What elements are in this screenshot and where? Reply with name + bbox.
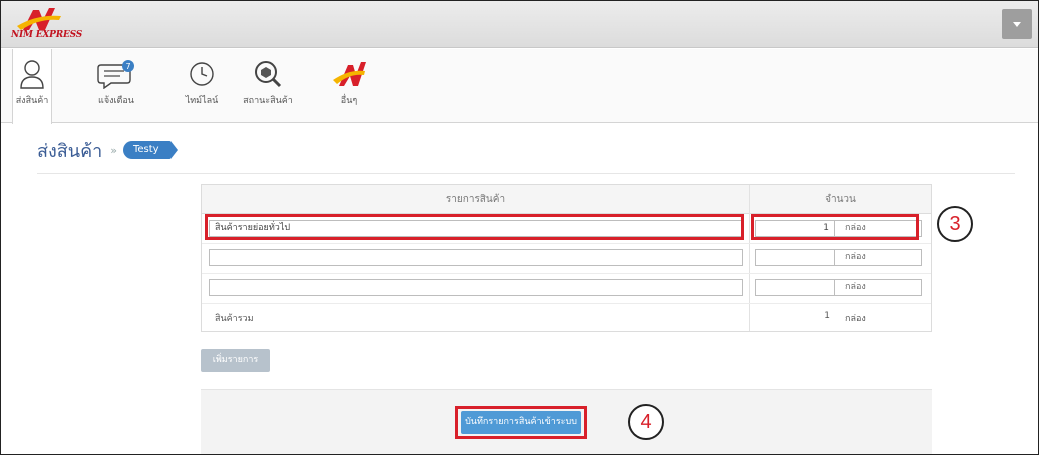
unit-select-2[interactable]: กล่อง	[834, 249, 922, 266]
top-bar: NIM EXPRESS	[1, 1, 1038, 48]
total-qty: 1	[824, 311, 830, 321]
logo-text: NIM EXPRESS	[11, 30, 83, 40]
caret-down-icon	[1013, 21, 1021, 27]
qty-input-3[interactable]	[755, 279, 835, 296]
nav-item-timeline[interactable]: ไทม์ไลน์	[181, 49, 223, 123]
nim-logo-icon	[333, 62, 366, 86]
divider	[37, 173, 1015, 174]
column-divider	[749, 185, 750, 331]
column-header-qty: จำนวน	[825, 194, 856, 205]
account-dropdown-button[interactable]	[1002, 9, 1032, 39]
items-table: รายการสินค้า จำนวน สินค้ารายย่อยทั่วไป 1…	[201, 184, 932, 332]
chat-bubble-icon: 7	[97, 60, 134, 89]
nav-item-send[interactable]: ส่งสินค้า	[12, 49, 52, 124]
main-nav: ส่งสินค้า 7 แจ้งเตือน ไทม์ไลน์ สถานะสินค…	[1, 49, 1038, 124]
search-box-icon	[255, 61, 282, 88]
highlight-save-button	[455, 406, 587, 439]
row-divider	[202, 273, 931, 274]
nav-label-notifications: แจ้งเตือน	[98, 96, 134, 106]
breadcrumb-separator: »	[110, 143, 117, 157]
callout-step-4: 4	[628, 404, 664, 440]
nav-item-notifications[interactable]: 7 แจ้งเตือน	[91, 49, 141, 123]
app-window: NIM EXPRESS ส่งสินค้า 7 แจ้งเตือน ไทม์ไล…	[0, 0, 1039, 455]
column-header-items: รายการสินค้า	[445, 194, 506, 205]
nav-label-status: สถานะสินค้า	[243, 96, 293, 106]
add-row-button[interactable]: เพิ่มรายการ	[201, 349, 270, 372]
total-label: สินค้ารวม	[215, 314, 254, 324]
highlight-item-row	[205, 214, 744, 240]
breadcrumb-tag[interactable]: Testy	[122, 141, 178, 159]
row-divider	[202, 243, 931, 244]
notification-badge: 7	[125, 62, 130, 71]
nav-label-more: อื่นๆ	[340, 96, 358, 106]
breadcrumb: ส่งสินค้า » Testy	[37, 138, 178, 162]
item-name-input-2[interactable]	[209, 249, 743, 266]
nav-item-more[interactable]: อื่นๆ	[329, 49, 369, 123]
nav-label-timeline: ไทม์ไลน์	[185, 96, 219, 106]
nav-label-send: ส่งสินค้า	[15, 96, 49, 106]
row-divider	[202, 303, 931, 304]
total-unit: กล่อง	[845, 314, 866, 324]
unit-select-3[interactable]: กล่อง	[834, 279, 922, 296]
page-title: ส่งสินค้า	[37, 140, 103, 162]
nim-express-logo[interactable]: NIM EXPRESS	[9, 4, 93, 44]
highlight-qty-row	[751, 214, 919, 240]
callout-step-3: 3	[937, 206, 973, 242]
table-header: รายการสินค้า จำนวน	[202, 185, 931, 214]
item-name-input-3[interactable]	[209, 279, 743, 296]
user-icon	[20, 60, 44, 89]
clock-icon	[190, 62, 214, 86]
qty-input-2[interactable]	[755, 249, 835, 266]
nav-item-status[interactable]: สถานะสินค้า	[238, 49, 298, 123]
